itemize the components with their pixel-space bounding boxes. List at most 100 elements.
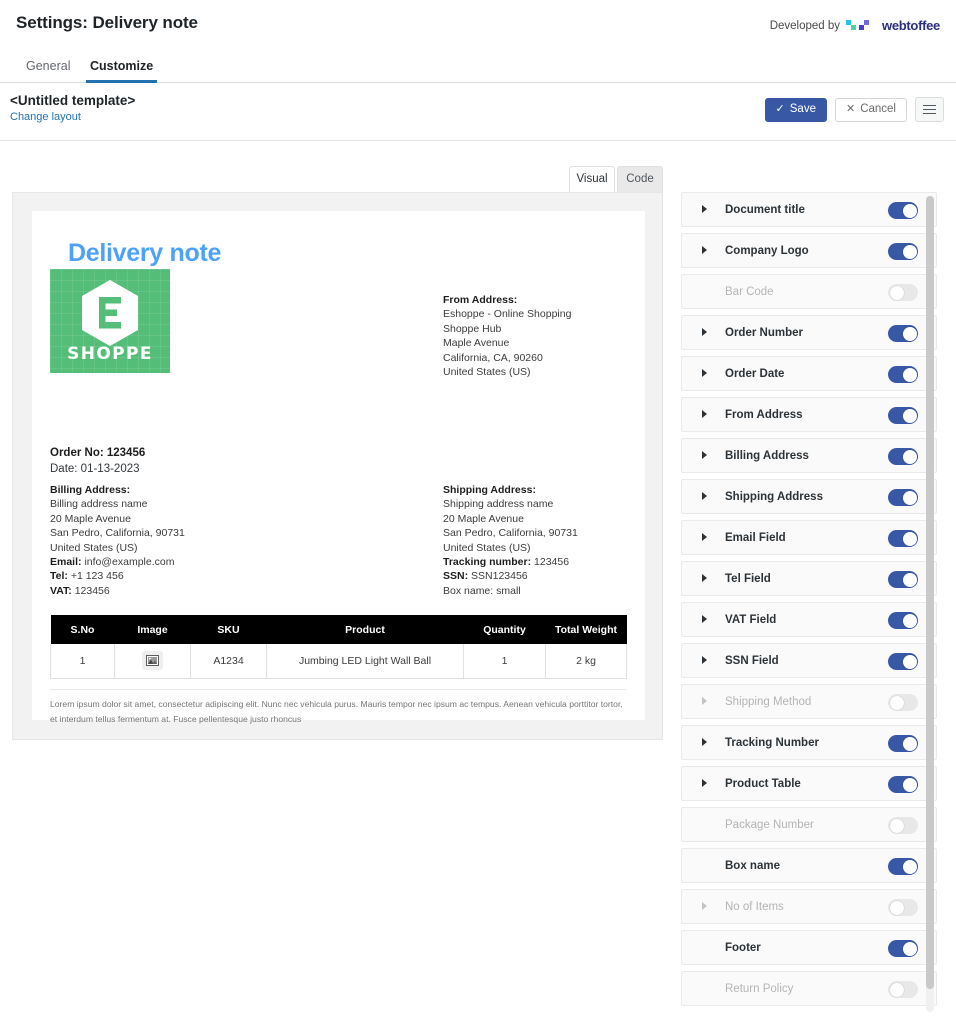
tel-row: Tel: +1 123 456 <box>50 569 310 583</box>
field-row-no-of-items[interactable]: No of Items <box>681 889 937 924</box>
field-row-ssn-field[interactable]: SSN Field <box>681 643 937 678</box>
field-row-product-table[interactable]: Product Table <box>681 766 937 801</box>
field-row-order-number[interactable]: Order Number <box>681 315 937 350</box>
shipping-address-line: United States (US) <box>443 541 531 554</box>
field-toggle-switch[interactable] <box>888 489 918 506</box>
field-toggle-switch[interactable] <box>888 530 918 547</box>
field-toggle-switch[interactable] <box>888 407 918 424</box>
field-row-shipping-method[interactable]: Shipping Method <box>681 684 937 719</box>
field-row-package-number[interactable]: Package Number <box>681 807 937 842</box>
document-preview-wrapper: Delivery note SHOPPE From Address: Eshop… <box>12 192 663 740</box>
field-row-billing-address[interactable]: Billing Address <box>681 438 937 473</box>
expand-caret-icon <box>702 984 711 993</box>
product-table-header-row: S.No Image SKU Product Quantity Total We… <box>50 615 627 644</box>
field-row-from-address[interactable]: From Address <box>681 397 937 432</box>
field-row-label: Bar Code <box>725 285 774 298</box>
expand-caret-icon[interactable] <box>702 451 711 460</box>
expand-caret-icon[interactable] <box>702 205 711 214</box>
field-row-return-policy[interactable]: Return Policy <box>681 971 937 1006</box>
tab-visual[interactable]: Visual <box>569 166 615 192</box>
expand-caret-icon[interactable] <box>702 492 711 501</box>
field-toggle-switch[interactable] <box>888 817 918 834</box>
check-icon: ✓ <box>775 103 785 115</box>
toggle-knob <box>889 695 904 710</box>
field-row-tracking-number[interactable]: Tracking Number <box>681 725 937 760</box>
panel-scrollbar[interactable] <box>926 196 934 1012</box>
field-toggle-switch[interactable] <box>888 325 918 342</box>
shipping-address-line: San Pedro, California, 90731 <box>443 527 578 540</box>
from-address-line: Eshoppe - Online Shopping <box>443 308 572 321</box>
field-toggle-switch[interactable] <box>888 202 918 219</box>
field-toggle-switch[interactable] <box>888 858 918 875</box>
image-placeholder-icon <box>142 651 163 671</box>
field-toggle-switch[interactable] <box>888 776 918 793</box>
field-toggle-switch[interactable] <box>888 735 918 752</box>
field-toggle-switch[interactable] <box>888 243 918 260</box>
expand-caret-icon[interactable] <box>702 574 711 583</box>
from-address-line: United States (US) <box>443 366 531 379</box>
company-logo: SHOPPE <box>50 269 170 373</box>
field-row-tel-field[interactable]: Tel Field <box>681 561 937 596</box>
email-label: Email: <box>50 556 82 568</box>
cell-sno: 1 <box>50 644 115 679</box>
expand-caret-icon[interactable] <box>702 738 711 747</box>
from-address-line: California, CA, 90260 <box>443 351 543 364</box>
expand-caret-icon[interactable] <box>702 779 711 788</box>
field-row-box-name[interactable]: Box name <box>681 848 937 883</box>
close-icon: ✕ <box>845 103 856 115</box>
field-toggle-switch[interactable] <box>888 448 918 465</box>
vat-value: 123456 <box>74 584 110 597</box>
expand-caret-icon[interactable] <box>702 902 711 911</box>
expand-caret-icon[interactable] <box>702 246 711 255</box>
expand-caret-icon <box>702 287 711 296</box>
field-row-email-field[interactable]: Email Field <box>681 520 937 555</box>
field-toggle-switch[interactable] <box>888 694 918 711</box>
webtoffee-brand-name: webtoffee <box>882 18 940 33</box>
field-toggle-switch[interactable] <box>888 571 918 588</box>
field-toggle-switch[interactable] <box>888 899 918 916</box>
cancel-button[interactable]: ✕ Cancel <box>834 97 907 122</box>
field-row-shipping-address[interactable]: Shipping Address <box>681 479 937 514</box>
expand-caret-icon[interactable] <box>702 697 711 706</box>
field-row-document-title[interactable]: Document title <box>681 192 937 227</box>
billing-address-line: 20 Maple Avenue <box>50 512 131 525</box>
change-layout-link[interactable]: Change layout <box>10 111 81 123</box>
hamburger-icon[interactable] <box>915 97 944 122</box>
expand-caret-icon[interactable] <box>702 533 711 542</box>
field-row-footer[interactable]: Footer <box>681 930 937 965</box>
expand-caret-icon[interactable] <box>702 656 711 665</box>
field-toggle-switch[interactable] <box>888 653 918 670</box>
field-options-list: Document title Company Logo Bar Code Order … <box>681 192 937 1012</box>
toggle-knob <box>902 654 917 669</box>
toggle-knob <box>902 490 917 505</box>
field-row-company-logo[interactable]: Company Logo <box>681 233 937 268</box>
tab-general[interactable]: General <box>22 52 74 83</box>
field-row-label: SSN Field <box>725 654 779 667</box>
save-button[interactable]: ✓ Save <box>764 97 827 122</box>
field-toggle-switch[interactable] <box>888 940 918 957</box>
expand-caret-icon[interactable] <box>702 328 711 337</box>
tab-customize[interactable]: Customize <box>86 52 158 83</box>
tab-code[interactable]: Code <box>617 166 663 192</box>
tracking-row: Tracking number: 123456 <box>443 555 703 569</box>
field-row-bar-code[interactable]: Bar Code <box>681 274 937 309</box>
field-toggle-switch[interactable] <box>888 612 918 629</box>
field-row-order-date[interactable]: Order Date <box>681 356 937 391</box>
expand-caret-icon[interactable] <box>702 615 711 624</box>
field-row-label: No of Items <box>725 900 784 913</box>
field-toggle-switch[interactable] <box>888 366 918 383</box>
toolbar-actions: ✓ Save ✕ Cancel <box>764 97 944 122</box>
field-row-label: VAT Field <box>725 613 777 626</box>
panel-scrollbar-thumb[interactable] <box>926 196 934 989</box>
field-row-vat-field[interactable]: VAT Field <box>681 602 937 637</box>
tel-value: +1 123 456 <box>70 570 124 583</box>
cell-product: Jumbing LED Light Wall Ball <box>266 644 464 679</box>
expand-caret-icon[interactable] <box>702 369 711 378</box>
field-toggle-switch[interactable] <box>888 981 918 998</box>
tracking-info-block: Tracking number: 123456 SSN: SSN123456 B… <box>443 555 703 598</box>
box-name-label: Box name: <box>443 584 494 597</box>
expand-caret-icon[interactable] <box>702 410 711 419</box>
toggle-knob <box>902 449 917 464</box>
cell-sku: A1234 <box>190 644 267 679</box>
field-toggle-switch[interactable] <box>888 284 918 301</box>
